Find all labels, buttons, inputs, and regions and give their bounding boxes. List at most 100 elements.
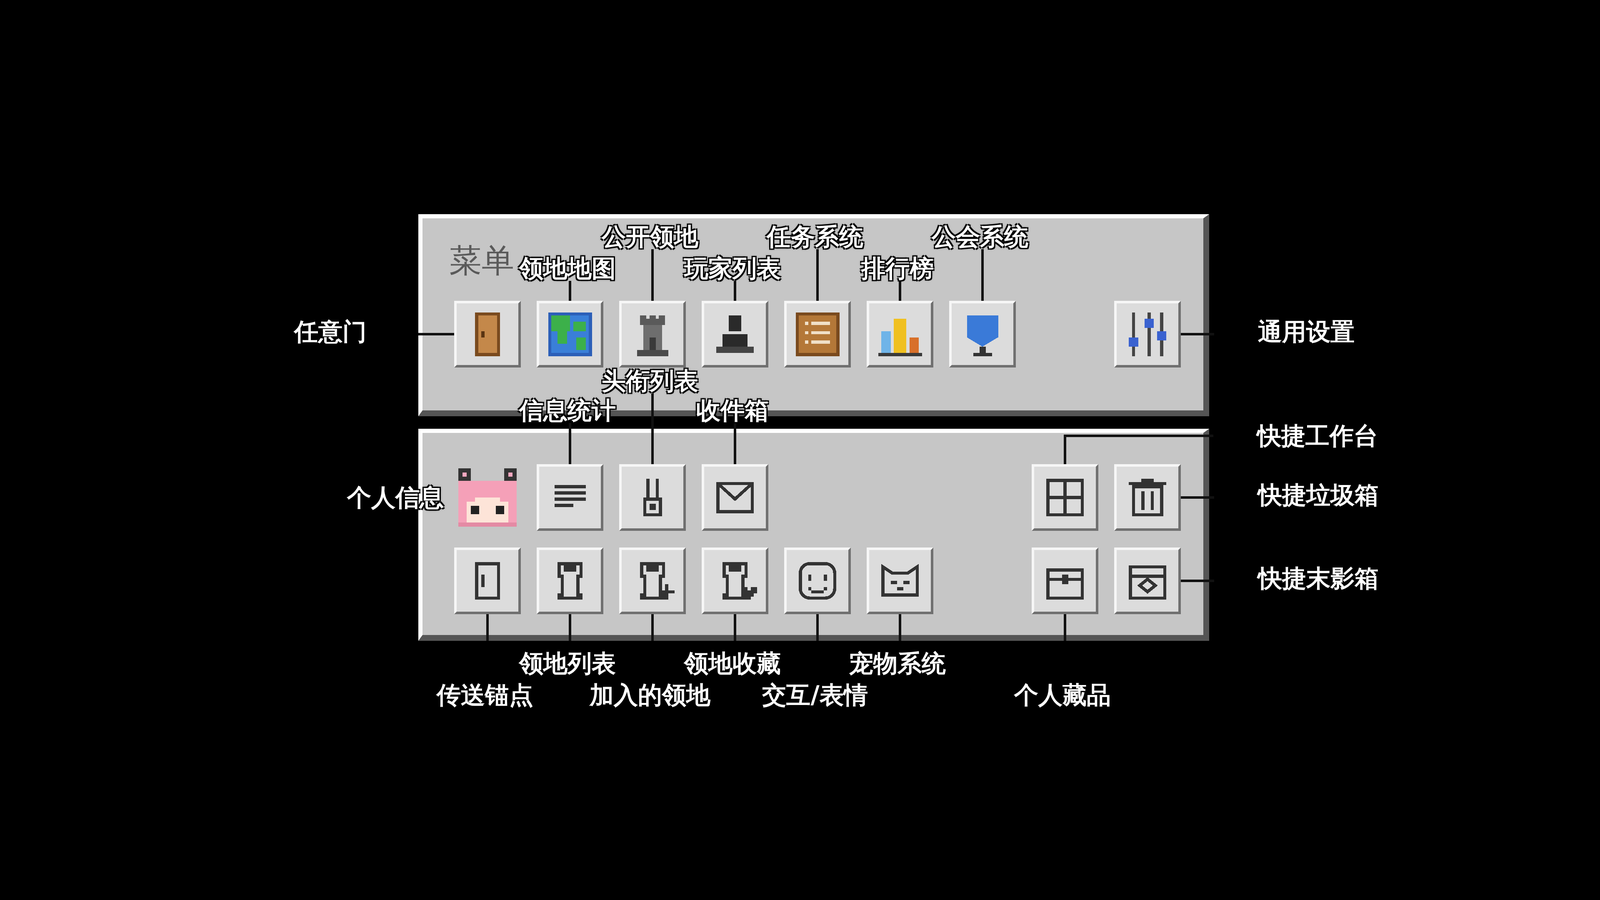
menu-button[interactable]: 任务系统 [784,300,851,368]
list-icon [792,309,843,360]
icon-rows: 个人信息信息统计头衔列表收件箱 快捷工作台快捷垃圾箱传送锚点领地列表加入的领地领地… [454,464,1181,615]
icon-row: 任意门领地地图公开领地玩家列表任务系统排行榜公会系统 通用设置 [454,300,1181,368]
leader-line [816,249,819,301]
castle-heart-icon [710,555,760,606]
menu-diagram: 菜单任意门领地地图公开领地玩家列表任务系统排行榜公会系统通用设置个人信息信息统计… [0,0,1600,900]
callout-label: 玩家列表 [684,255,781,282]
tower-icon [627,309,678,360]
leader-line [981,249,984,301]
leader-line [568,422,572,465]
avatar-button[interactable]: 个人信息 [454,464,521,531]
castle-plus-icon [627,555,678,606]
menu-button[interactable]: 领地地图 [536,300,604,368]
left-group: 任意门领地地图公开领地玩家列表任务系统排行榜公会系统 [454,300,1016,368]
door-icon [462,309,513,360]
callout-label: 快捷垃圾箱 [1257,482,1379,508]
menu-button[interactable]: 快捷垃圾箱 [1114,464,1181,531]
callout-label: 信息统计 [519,397,616,424]
leader-line [651,614,654,641]
avatar-icon [454,464,521,531]
menu-button[interactable]: 任意门 [454,300,521,368]
grid-icon [1040,472,1090,523]
callout-label: 快捷工作台 [1257,423,1378,449]
leader-line [733,614,737,641]
menu-button[interactable]: 排行榜 [866,300,934,368]
callout-label: 领地收藏 [684,650,781,677]
banner-icon [957,309,1008,360]
leader-line [1180,496,1215,499]
leader-line [1180,332,1215,336]
leader-line [486,614,489,641]
menu-button[interactable]: 头衔列表 [619,464,686,531]
player-icon [710,309,760,360]
callout-label: 任务系统 [766,224,864,250]
icon-row: 个人信息信息统计头衔列表收件箱 快捷工作台快捷垃圾箱 [454,464,1181,531]
personal-panel: 个人信息信息统计头衔列表收件箱 快捷工作台快捷垃圾箱传送锚点领地列表加入的领地领地… [418,428,1210,641]
leader-line [733,422,737,465]
callout-label: 头衔列表 [601,368,699,394]
right-group: 快捷工作台快捷垃圾箱 [1031,464,1181,531]
menu-button[interactable]: 领地列表 [536,547,604,615]
callout-label: 公会系统 [931,224,1029,250]
leader-line [898,280,902,301]
map-icon [545,309,595,360]
leader-line [568,614,572,641]
castle-icon [545,555,595,606]
right-group: 通用设置 [1114,300,1181,368]
trash-icon [1122,472,1173,523]
rank-icon [875,309,925,360]
leader-line [1063,614,1067,641]
menu-button[interactable]: 个人藏品 [1031,547,1099,615]
stats-icon [545,472,595,523]
callout-label: 领地列表 [519,650,616,677]
callout-label: 传送锚点 [436,682,534,708]
callout-label: 任意门 [294,319,367,345]
callout-label: 快捷末影箱 [1257,565,1379,592]
sliders-icon [1122,309,1173,360]
menu-button[interactable]: 传送锚点 [454,547,521,615]
icon-rows: 任意门领地地图公开领地玩家列表任务系统排行榜公会系统 通用设置 [454,300,1181,368]
anchor-icon [462,555,513,606]
left-group: 个人信息信息统计头衔列表收件箱 [454,464,769,531]
leader-line [651,249,654,301]
menu-button[interactable]: 快捷工作台 [1031,464,1099,531]
menu-panel: 菜单任意门领地地图公开领地玩家列表任务系统排行榜公会系统通用设置 [418,214,1210,417]
callout-label: 交互/表情 [762,682,868,708]
menu-button[interactable]: 信息统计 [536,464,604,531]
menu-button[interactable]: 交互/表情 [784,547,851,615]
leader-line [418,332,455,336]
menu-button[interactable]: 快捷末影箱 [1114,547,1181,615]
leader-line [568,280,572,301]
leader-line [1180,579,1215,583]
callout-label: 宠物系统 [849,650,946,677]
menu-button[interactable]: 公开领地 [619,300,686,368]
callout-label: 公开领地 [601,224,699,250]
ender-icon [1122,555,1173,606]
callout-label: 通用设置 [1257,319,1355,345]
leader-line [816,614,819,641]
menu-button[interactable]: 玩家列表 [701,300,769,368]
menu-button[interactable]: 通用设置 [1114,300,1181,368]
smile-icon [792,555,843,606]
callout-label: 收件箱 [696,397,769,424]
callout-label: 个人藏品 [1014,682,1111,708]
right-group: 个人藏品快捷末影箱 [1031,547,1181,615]
mail-icon [710,472,760,523]
callout-label: 个人信息 [347,485,444,511]
cat-icon [875,555,925,606]
chest-icon [1040,555,1090,606]
callout-label: 领地地图 [519,255,616,282]
callout-label: 排行榜 [861,255,934,282]
leader-line [733,280,737,301]
menu-button[interactable]: 收件箱 [701,464,769,531]
left-group: 传送锚点领地列表加入的领地领地收藏交互/表情宠物系统 [454,547,934,615]
leader-line [898,614,902,641]
leader-line [1063,435,1067,465]
menu-button[interactable]: 宠物系统 [866,547,934,615]
leader-line [651,393,654,465]
leader-line [1063,434,1214,438]
menu-button[interactable]: 加入的领地 [619,547,686,615]
medal-icon [627,472,678,523]
menu-button[interactable]: 领地收藏 [701,547,769,615]
menu-button[interactable]: 公会系统 [949,300,1016,368]
